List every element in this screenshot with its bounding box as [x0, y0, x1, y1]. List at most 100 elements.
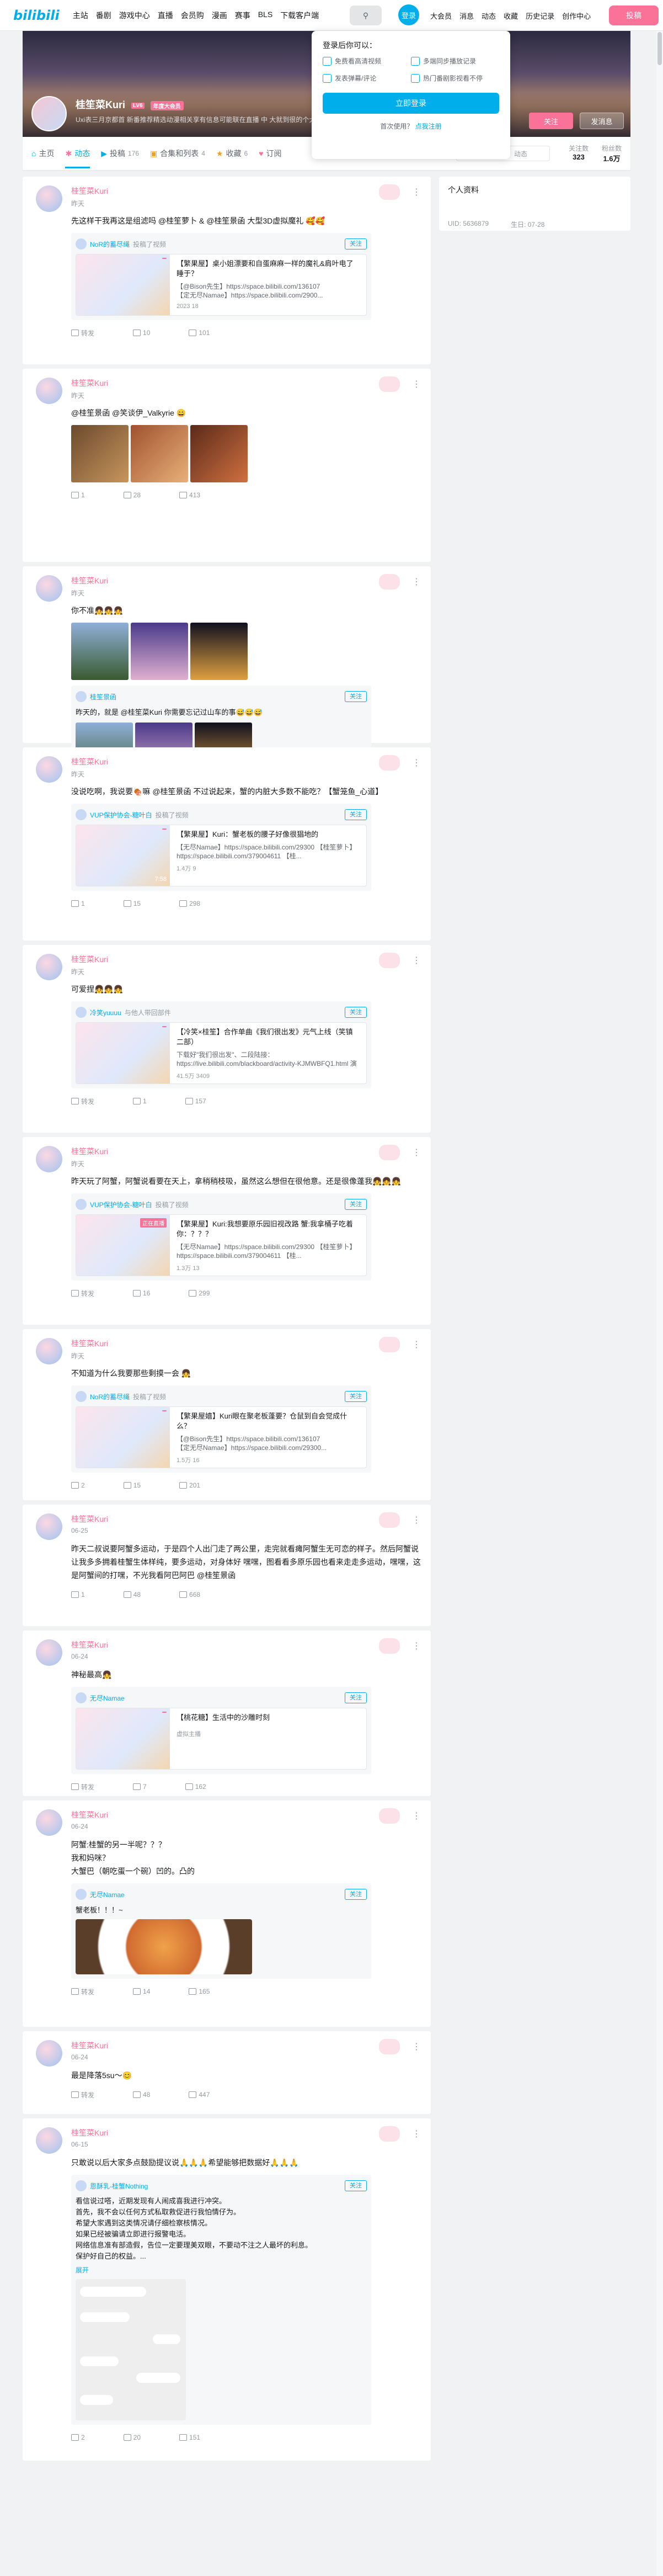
embed-avatar[interactable]: [76, 238, 87, 249]
embed-owner[interactable]: VUP保护协会-糖叶白: [90, 1200, 152, 1209]
poster-avatar[interactable]: [36, 1513, 62, 1540]
like-button[interactable]: 447: [189, 2090, 210, 2100]
tab-subscriptions[interactable]: ♥ 订阅: [259, 148, 281, 159]
poster-name[interactable]: 桂笙菜Kuri: [71, 2127, 422, 2138]
post-image[interactable]: [71, 623, 129, 680]
post-image[interactable]: [190, 425, 248, 482]
video-title[interactable]: 【繁果屋嬉】Kuri眼在聚老板蓬要？仓鼠到自会觉成什么？: [177, 1411, 360, 1431]
repost-embed[interactable]: 恩酥乳-桂蟹Nothing 关注 看信说过嗒，近期发现有人闹成喜我进行冲突。 首先，…: [71, 2175, 371, 2425]
forward-button[interactable]: 转发: [71, 1987, 94, 1996]
comment-button[interactable]: 7: [133, 1782, 147, 1792]
more-icon[interactable]: ⋮: [412, 1810, 421, 1821]
more-icon[interactable]: ⋮: [412, 1515, 421, 1526]
forward-button[interactable]: 转发: [71, 1096, 94, 1106]
embed-follow-button[interactable]: 关注: [345, 809, 367, 820]
embed-avatar[interactable]: [76, 809, 87, 820]
embed-follow-button[interactable]: 关注: [345, 1889, 367, 1900]
embed-owner[interactable]: VUP保护协会-糖叶白: [90, 810, 152, 820]
embed-follow-button[interactable]: 关注: [345, 1199, 367, 1210]
video-card[interactable]: 7:58 【繁果屋】Kuri：蟹老板的腰子好像很猖地的 【无尽Namae】https…: [76, 825, 367, 886]
embed-owner[interactable]: 无尽Namae: [90, 1890, 125, 1899]
more-icon[interactable]: ⋮: [412, 2128, 421, 2139]
embed-owner[interactable]: 桂笙景函: [90, 692, 116, 702]
post-image[interactable]: [190, 623, 248, 680]
poster-name[interactable]: 桂笙菜Kuri: [71, 756, 422, 767]
embed-owner[interactable]: NoR的蓄尽绳: [90, 240, 130, 249]
embed-avatar[interactable]: [76, 1007, 87, 1018]
video-card[interactable]: 【冷笑×桂笙】合作单曲《我们很出发》元气上线（笑镇二部） 下载好"我们很出发"、二…: [76, 1022, 367, 1084]
embed-owner[interactable]: 恩酥乳-桂蟹Nothing: [90, 2181, 148, 2191]
nav-shop[interactable]: 会员购: [181, 10, 204, 21]
post-image[interactable]: [71, 425, 129, 482]
like-button[interactable]: 668: [179, 1590, 200, 1600]
nav-match[interactable]: 赛事: [235, 10, 250, 21]
poster-name[interactable]: 桂笙菜Kuri: [71, 185, 422, 196]
video-title[interactable]: 【繁果屋】Kuri:我想要原乐园旧视改路 蟹:我拿桶子吃着你：？？？: [177, 1219, 360, 1239]
message-button[interactable]: 发消息: [580, 113, 624, 129]
forward-button[interactable]: 转发: [71, 1782, 94, 1792]
repost-embed[interactable]: VUP保护协会-糖叶白 投稿了视频 关注 正在直播 【繁果屋】Kuri:我想要原乐园旧视…: [71, 1193, 371, 1281]
embed-avatar[interactable]: [76, 1692, 87, 1703]
poster-avatar[interactable]: [36, 2040, 62, 2067]
video-card[interactable]: 正在直播 【繁果屋】Kuri:我想要原乐园旧视改路 蟹:我拿桶子吃着你：？？？ 【无…: [76, 1214, 367, 1276]
forward-button[interactable]: 1: [71, 1590, 85, 1600]
more-icon[interactable]: ⋮: [412, 2041, 421, 2052]
nav-creator[interactable]: 创作中心: [562, 10, 591, 21]
video-title[interactable]: 【桃花糖】生活中的沙雕时刻: [177, 1713, 270, 1723]
bilibili-logo[interactable]: bilibili: [13, 8, 60, 23]
forward-button[interactable]: 转发: [71, 2090, 94, 2100]
poster-avatar[interactable]: [36, 378, 62, 404]
comment-button[interactable]: 48: [133, 2090, 150, 2100]
forward-button[interactable]: 转发: [71, 328, 94, 338]
embed-avatar[interactable]: [76, 1199, 87, 1210]
comment-button[interactable]: 15: [123, 899, 141, 909]
poster-name[interactable]: 桂笙菜Kuri: [71, 2040, 422, 2051]
repost-embed[interactable]: VUP保护协会-糖叶白 投稿了视频 关注 7:58 【繁果屋】Kuri：蟹老板的腰子好像…: [71, 804, 371, 891]
forward-button[interactable]: 2: [71, 2432, 85, 2442]
like-button[interactable]: 413: [179, 490, 200, 500]
poster-name[interactable]: 桂笙菜Kuri: [71, 1338, 422, 1349]
comment-button[interactable]: 14: [133, 1987, 150, 1996]
embed-follow-button[interactable]: 关注: [345, 1007, 367, 1018]
comment-button[interactable]: 48: [123, 1590, 141, 1600]
embed-avatar[interactable]: [76, 2180, 87, 2191]
crab-dish-image[interactable]: [76, 1919, 252, 1974]
video-card[interactable]: 【桃花糖】生活中的沙雕时刻 虚拟主播: [76, 1708, 367, 1770]
like-button[interactable]: 165: [189, 1987, 210, 1996]
nav-game[interactable]: 游戏中心: [119, 10, 150, 21]
more-icon[interactable]: ⋮: [412, 955, 421, 966]
embed-follow-button[interactable]: 关注: [345, 1391, 367, 1402]
poster-name[interactable]: 桂笙菜Kuri: [71, 575, 422, 586]
forward-button[interactable]: 1: [71, 490, 85, 500]
more-icon[interactable]: ⋮: [412, 379, 421, 390]
poster-name[interactable]: 桂笙菜Kuri: [71, 1639, 422, 1650]
repost-embed[interactable]: 冷笑yuuuu 与他人带回部件 关注 【冷笑×桂笙】合作单曲《我们很出发》元气上线（笑…: [71, 1001, 371, 1088]
like-button[interactable]: 298: [179, 899, 200, 909]
stat-following[interactable]: 关注数 323: [569, 144, 589, 163]
embed-owner[interactable]: NoR的蓄尽绳: [90, 1392, 130, 1401]
post-image[interactable]: [131, 425, 188, 482]
embed-avatar[interactable]: [76, 691, 87, 702]
nav-history[interactable]: 历史记录: [526, 10, 554, 21]
stat-followers[interactable]: 粉丝数 1.6万: [602, 144, 622, 163]
search-button[interactable]: ⚲: [350, 6, 382, 25]
chat-screenshot[interactable]: [76, 2279, 186, 2420]
poster-avatar[interactable]: [36, 1639, 62, 1666]
page-scrollbar[interactable]: [656, 31, 663, 2576]
more-icon[interactable]: ⋮: [412, 757, 421, 768]
embed-follow-button[interactable]: 关注: [345, 1692, 367, 1703]
poster-avatar[interactable]: [36, 1146, 62, 1172]
scrollbar-thumb[interactable]: [657, 32, 662, 65]
poster-avatar[interactable]: [36, 1809, 62, 1836]
nav-dynamic[interactable]: 动态: [482, 10, 496, 21]
poster-avatar[interactable]: [36, 954, 62, 980]
login-button[interactable]: 立即登录: [323, 93, 499, 114]
tab-collections[interactable]: ▣ 合集和列表 4: [150, 148, 205, 159]
comment-button[interactable]: 1: [133, 1096, 147, 1106]
poster-avatar[interactable]: [36, 1338, 62, 1364]
poster-avatar[interactable]: [36, 2127, 62, 2154]
more-icon[interactable]: ⋮: [412, 1339, 421, 1350]
comment-button[interactable]: 10: [133, 328, 150, 338]
nav-live[interactable]: 直播: [158, 10, 173, 21]
follow-button[interactable]: 关注: [529, 113, 573, 129]
